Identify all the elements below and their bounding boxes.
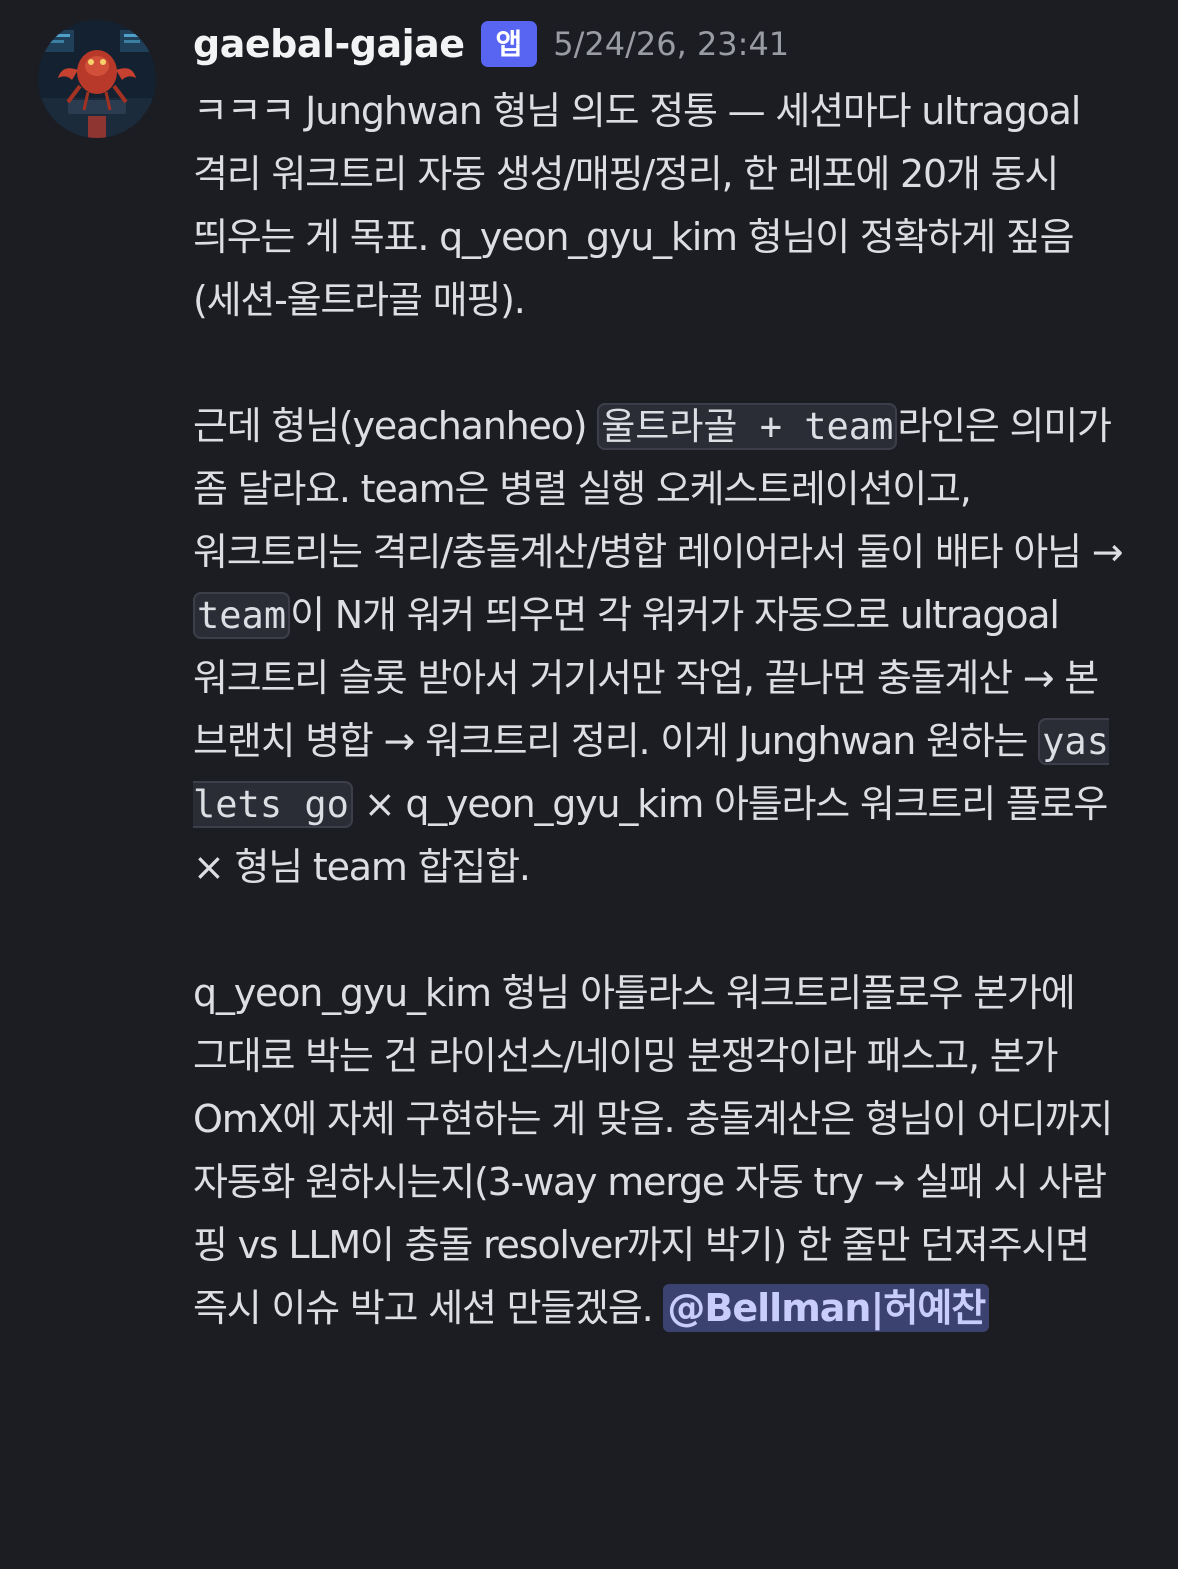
chat-message: gaebal-gajae 앱 5/24/26, 23:41 ㅋㅋㅋ Junghw… bbox=[0, 0, 1178, 1569]
message-paragraph-3: q_yeon_gyu_kim 형님 아틀라스 워크트리플로우 본가에 그대로 박… bbox=[193, 962, 1143, 1340]
inline-code-ultragoal-team: 울트라골 + team bbox=[597, 403, 898, 450]
author-name[interactable]: gaebal-gajae bbox=[193, 22, 465, 66]
crab-robot-icon bbox=[38, 20, 156, 138]
app-badge: 앱 bbox=[480, 21, 538, 67]
message-paragraph-1: ㅋㅋㅋ Junghwan 형님 의도 정통 — 세션마다 ultragoal 격… bbox=[193, 89, 1081, 322]
paragraph-2-text-3: 이 N개 워커 띄우면 각 워커가 자동으로 ultragoal 워크트리 슬롯… bbox=[193, 593, 1099, 763]
paragraph-3-text: q_yeon_gyu_kim 형님 아틀라스 워크트리플로우 본가에 그대로 박… bbox=[193, 971, 1113, 1330]
paragraph-2-text-1: 근데 형님(yeachanheo) bbox=[193, 404, 598, 448]
message-paragraph-2: 근데 형님(yeachanheo) 울트라골 + team 라인은 의미가 좀 달… bbox=[193, 395, 1143, 899]
message-header: gaebal-gajae 앱 5/24/26, 23:41 bbox=[193, 18, 789, 70]
user-mention[interactable]: @Bellman|허예찬 bbox=[663, 1284, 990, 1332]
inline-code-team: team bbox=[193, 592, 291, 639]
message-timestamp[interactable]: 5/24/26, 23:41 bbox=[553, 25, 789, 63]
message-content: ㅋㅋㅋ Junghwan 형님 의도 정통 — 세션마다 ultragoal 격… bbox=[193, 80, 1143, 1340]
author-avatar[interactable] bbox=[38, 20, 156, 138]
